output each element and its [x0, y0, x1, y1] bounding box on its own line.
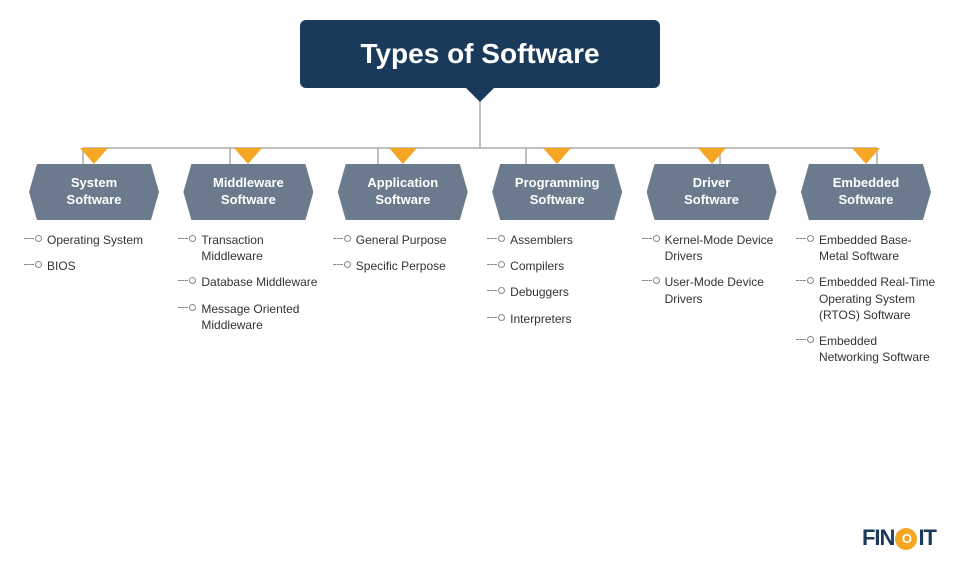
- list-item: Interpreters: [487, 311, 627, 327]
- cat-label-embedded: EmbeddedSoftware: [801, 164, 931, 220]
- main-title: Types of Software: [300, 20, 660, 88]
- list-item: Transaction Middleware: [178, 232, 318, 264]
- cat-label-application: ApplicationSoftware: [338, 164, 468, 220]
- list-item: Kernel-Mode Device Drivers: [642, 232, 782, 264]
- arrow-embedded: [852, 148, 880, 164]
- list-item: Embedded Real-Time Operating System (RTO…: [796, 274, 936, 323]
- category-embedded: EmbeddedSoftware Embedded Base-Metal Sof…: [792, 148, 940, 375]
- cat-label-driver: DriverSoftware: [647, 164, 777, 220]
- list-item: Embedded Networking Software: [796, 333, 936, 365]
- items-programming: Assemblers Compilers Debuggers Interpret…: [487, 232, 627, 337]
- logo-it: IT: [918, 525, 936, 550]
- list-item: Assemblers: [487, 232, 627, 248]
- list-item: Compilers: [487, 258, 627, 274]
- list-item: BIOS: [24, 258, 164, 274]
- list-item: Database Middleware: [178, 274, 318, 290]
- arrow-middleware: [234, 148, 262, 164]
- list-item: Message Oriented Middleware: [178, 301, 318, 333]
- logo-fin: FIN: [862, 525, 894, 550]
- finoit-logo: FINOIT: [862, 525, 936, 551]
- logo-o: O: [895, 528, 917, 550]
- cat-label-middleware: MiddlewareSoftware: [183, 164, 313, 220]
- diagram-container: Types of Software SystemSoftware Operati…: [0, 0, 960, 567]
- list-item: Operating System: [24, 232, 164, 248]
- items-driver: Kernel-Mode Device Drivers User-Mode Dev…: [642, 232, 782, 317]
- cat-label-programming: ProgrammingSoftware: [492, 164, 622, 220]
- arrow-system: [80, 148, 108, 164]
- category-system: SystemSoftware Operating System BIOS: [20, 148, 168, 284]
- items-middleware: Transaction Middleware Database Middlewa…: [178, 232, 318, 343]
- list-item: User-Mode Device Drivers: [642, 274, 782, 306]
- items-application: General Purpose Specific Perpose: [333, 232, 473, 284]
- arrow-programming: [543, 148, 571, 164]
- arrow-driver: [698, 148, 726, 164]
- categories-row: SystemSoftware Operating System BIOS Mid…: [10, 148, 950, 375]
- arrow-application: [389, 148, 417, 164]
- items-system: Operating System BIOS: [24, 232, 164, 284]
- list-item: General Purpose: [333, 232, 473, 248]
- category-programming: ProgrammingSoftware Assemblers Compilers…: [483, 148, 631, 337]
- list-item: Debuggers: [487, 284, 627, 300]
- list-item: Specific Perpose: [333, 258, 473, 274]
- items-embedded: Embedded Base-Metal Software Embedded Re…: [796, 232, 936, 375]
- category-application: ApplicationSoftware General Purpose Spec…: [329, 148, 477, 284]
- category-middleware: MiddlewareSoftware Transaction Middlewar…: [174, 148, 322, 343]
- category-driver: DriverSoftware Kernel-Mode Device Driver…: [638, 148, 786, 317]
- list-item: Embedded Base-Metal Software: [796, 232, 936, 264]
- cat-label-system: SystemSoftware: [29, 164, 159, 220]
